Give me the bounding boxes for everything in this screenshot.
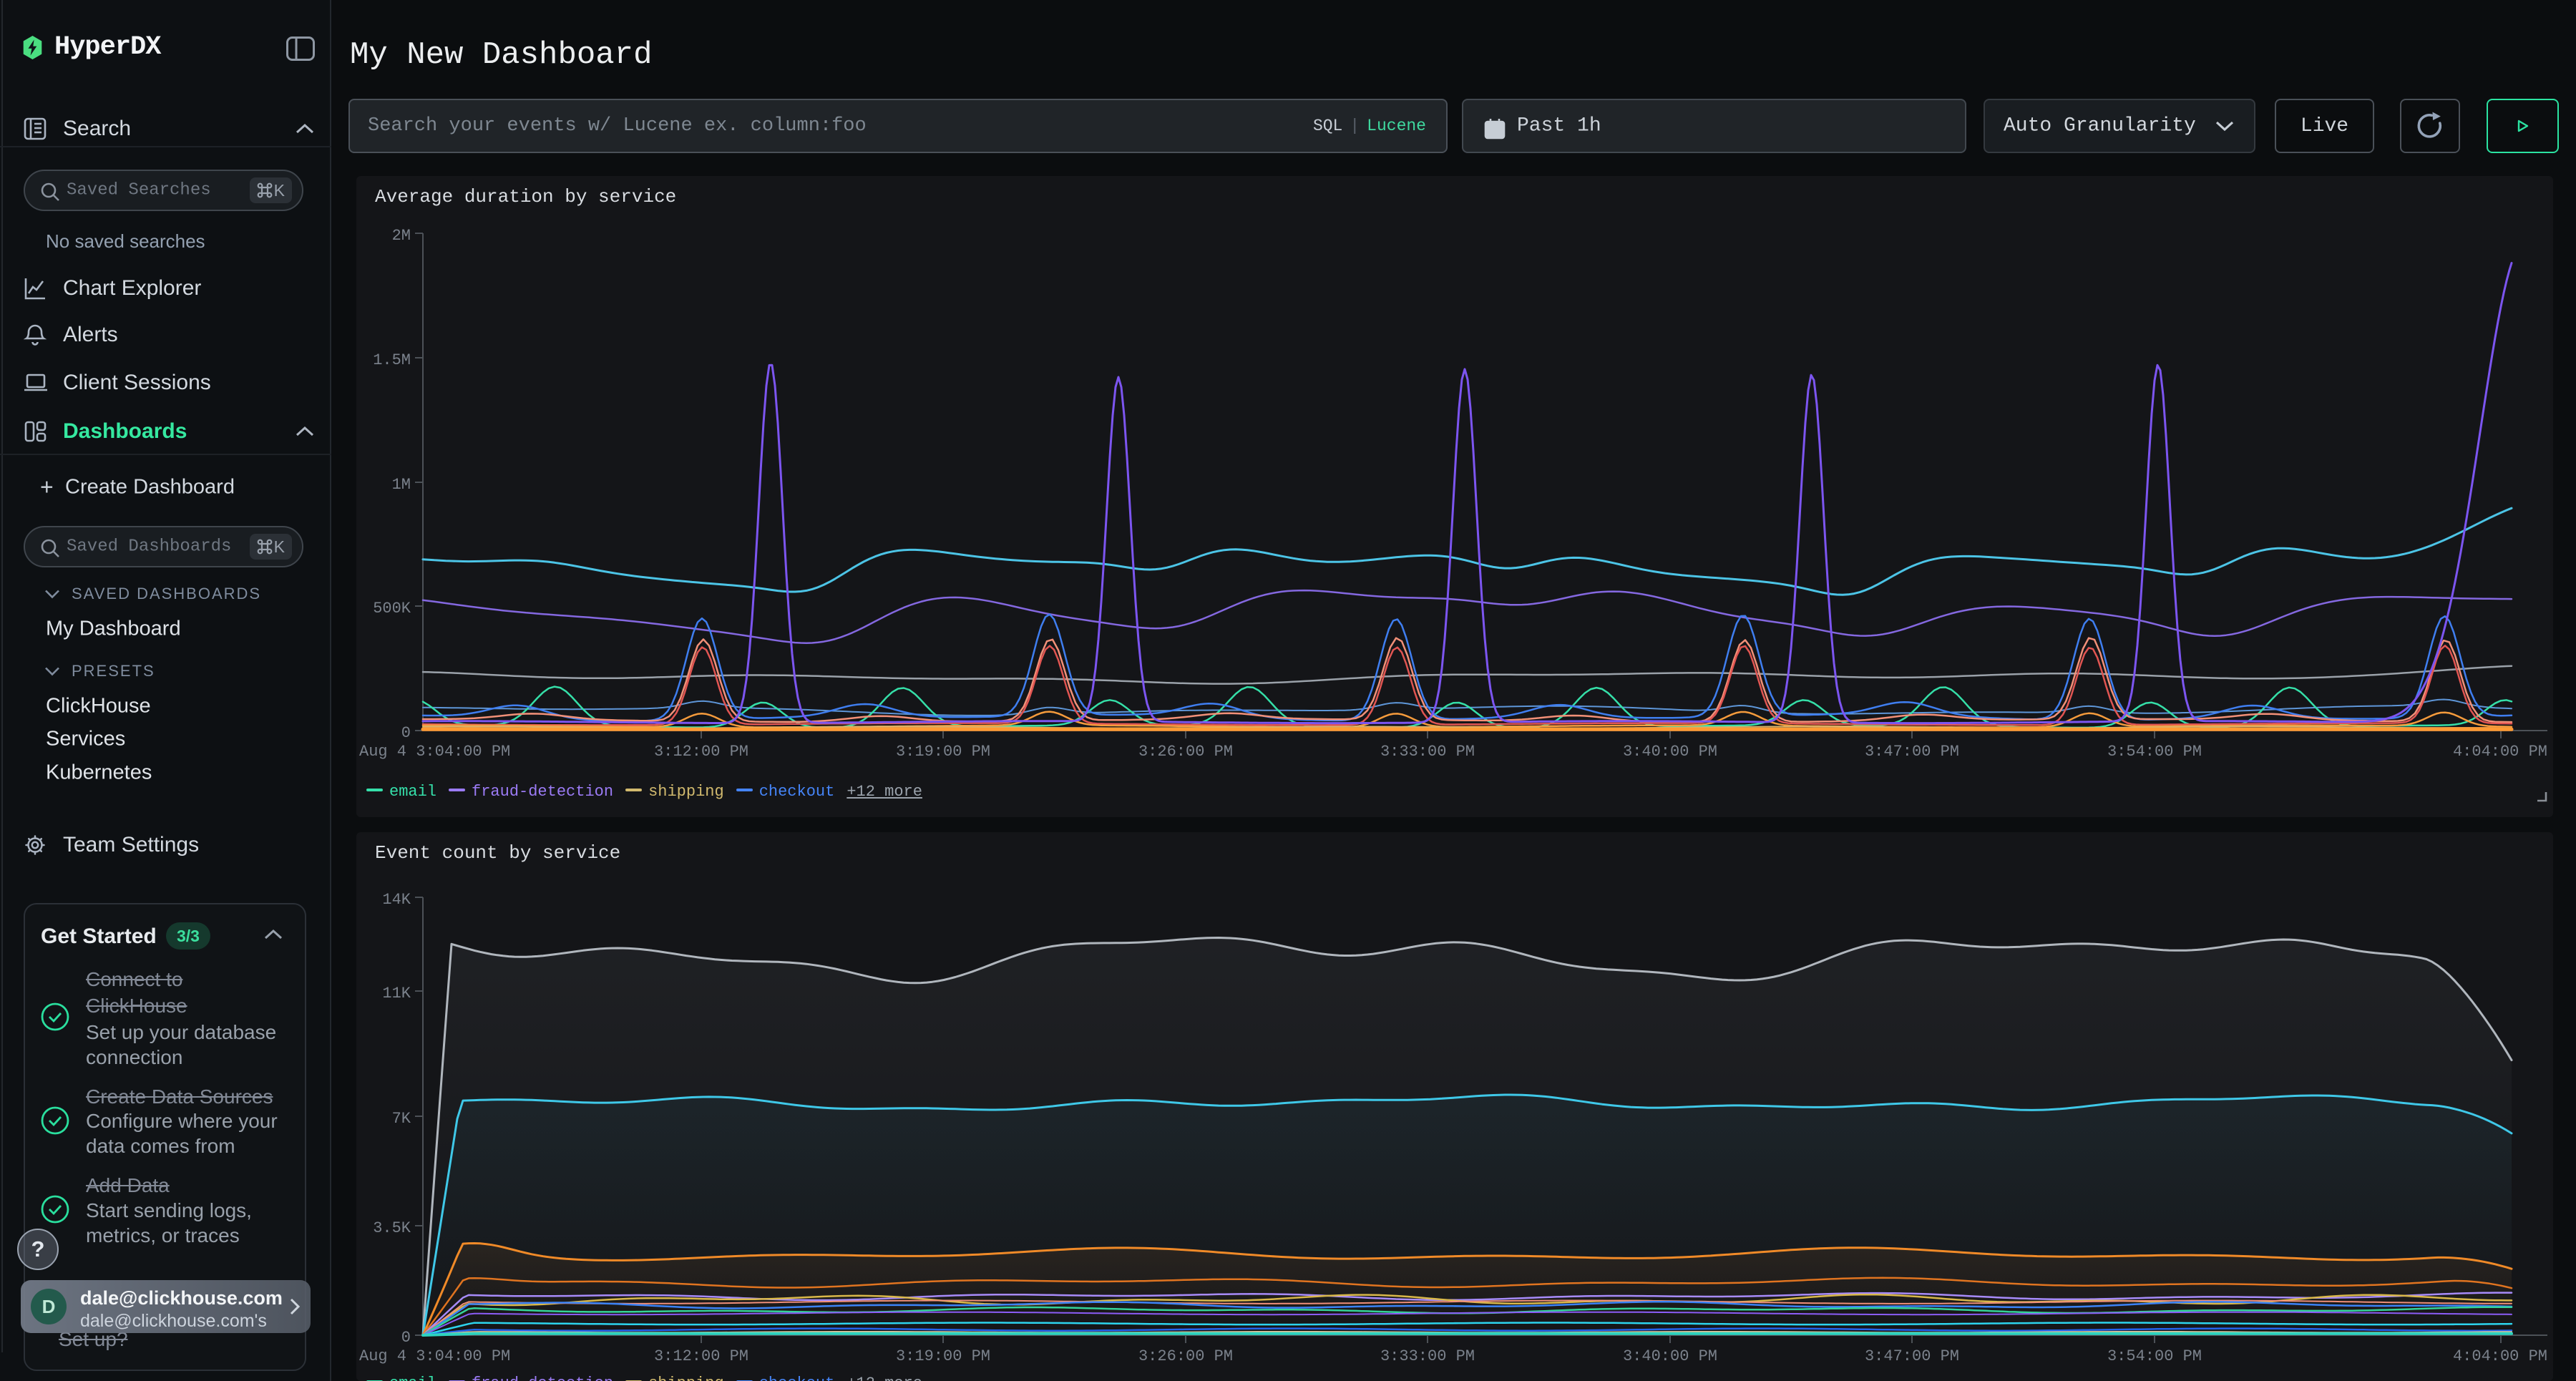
svg-text:3:33:00 PM: 3:33:00 PM [1380, 1347, 1475, 1365]
svg-text:3:26:00 PM: 3:26:00 PM [1138, 743, 1233, 761]
svg-text:3:40:00 PM: 3:40:00 PM [1623, 743, 1717, 761]
svg-text:14K: 14K [382, 891, 411, 909]
svg-text:3:33:00 PM: 3:33:00 PM [1380, 743, 1475, 761]
svg-text:2M: 2M [392, 227, 411, 245]
svg-text:3:19:00 PM: 3:19:00 PM [896, 743, 990, 761]
svg-text:4:04:00 PM: 4:04:00 PM [2453, 1347, 2547, 1365]
svg-text:Aug 4 3:04:00 PM: Aug 4 3:04:00 PM [359, 1347, 510, 1365]
svg-text:1.5M: 1.5M [373, 351, 411, 369]
svg-text:3:12:00 PM: 3:12:00 PM [654, 1347, 748, 1365]
svg-text:Aug 4 3:04:00 PM: Aug 4 3:04:00 PM [359, 743, 510, 761]
svg-text:3:47:00 PM: 3:47:00 PM [1865, 743, 1959, 761]
svg-text:3.5K: 3.5K [373, 1219, 411, 1237]
svg-text:3:54:00 PM: 3:54:00 PM [2107, 743, 2202, 761]
svg-text:3:26:00 PM: 3:26:00 PM [1138, 1347, 1233, 1365]
svg-text:3:19:00 PM: 3:19:00 PM [896, 1347, 990, 1365]
svg-text:0: 0 [401, 724, 411, 742]
svg-text:3:12:00 PM: 3:12:00 PM [654, 743, 748, 761]
svg-text:3:40:00 PM: 3:40:00 PM [1623, 1347, 1717, 1365]
svg-text:7K: 7K [392, 1110, 411, 1128]
svg-text:500K: 500K [373, 600, 411, 618]
svg-text:1M: 1M [392, 476, 411, 494]
svg-text:0: 0 [401, 1329, 411, 1347]
svg-text:3:47:00 PM: 3:47:00 PM [1865, 1347, 1959, 1365]
svg-text:11K: 11K [382, 985, 411, 1002]
svg-text:3:54:00 PM: 3:54:00 PM [2107, 1347, 2202, 1365]
svg-text:4:04:00 PM: 4:04:00 PM [2453, 743, 2547, 761]
